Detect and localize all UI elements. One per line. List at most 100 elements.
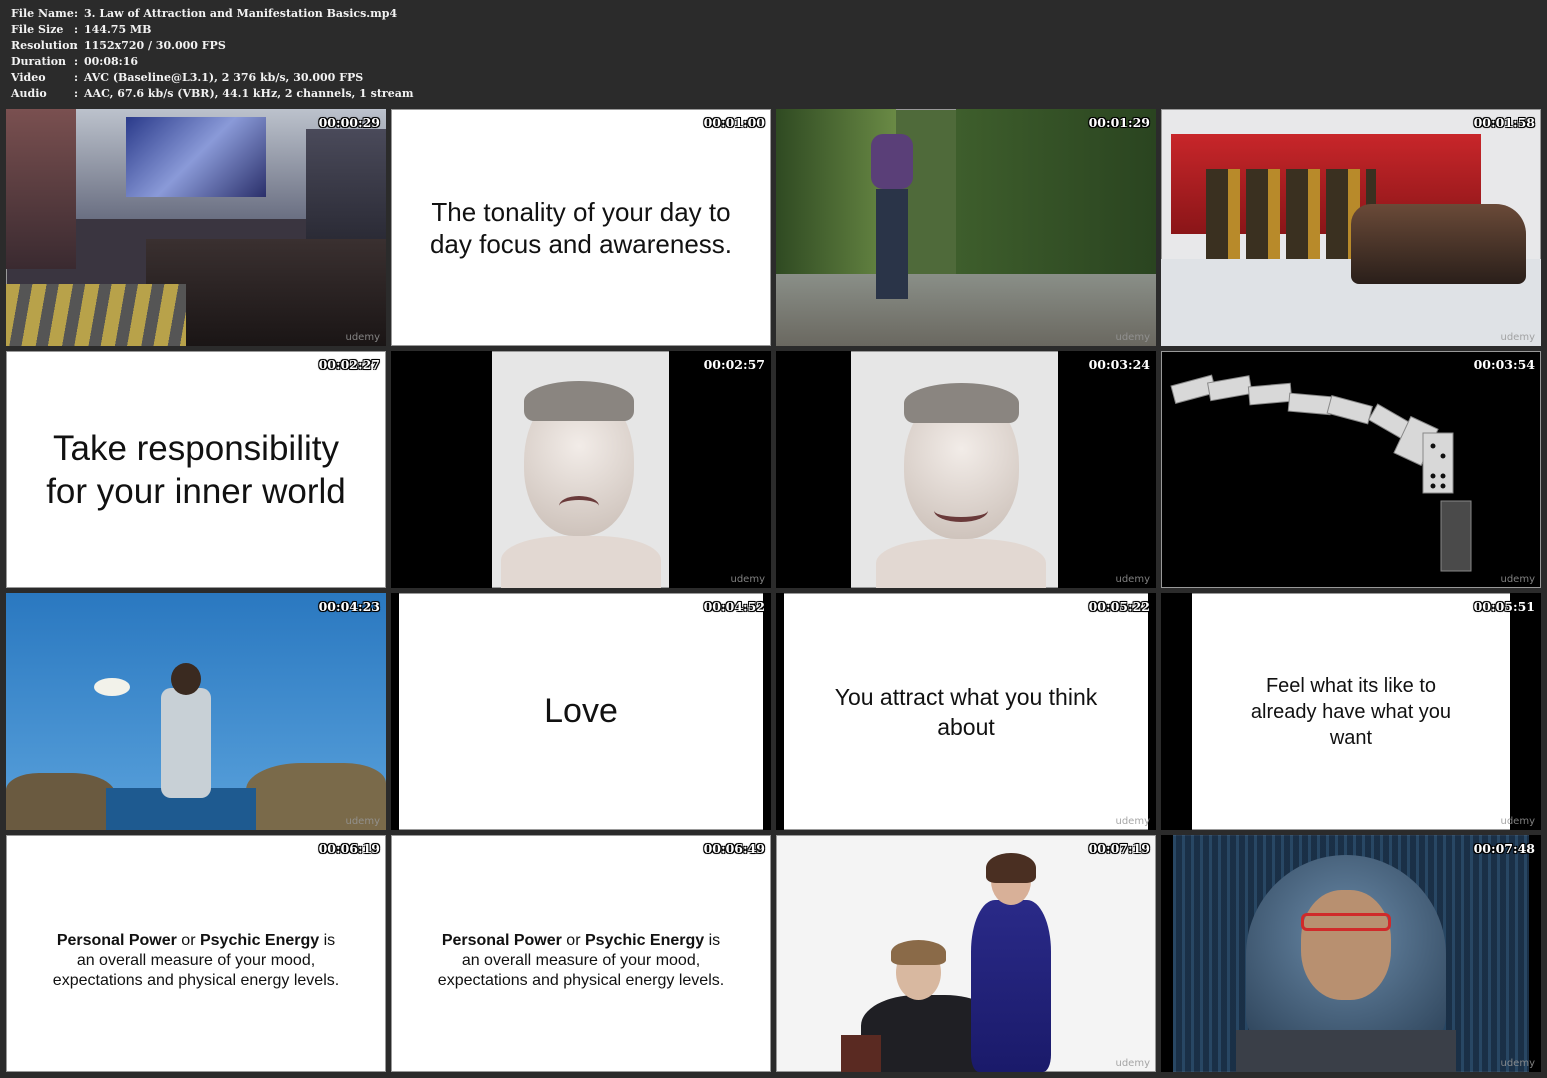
slide-line: already have what you bbox=[1250, 700, 1452, 723]
timestamp: 00:00:29 bbox=[318, 115, 380, 130]
udemy-watermark: udemy bbox=[1115, 816, 1151, 827]
info-row-audio: Audio : AAC, 67.6 kb/s (VBR), 44.1 kHz, … bbox=[11, 86, 414, 102]
thumbnail-slide-responsibility[interactable]: Take responsibility for your inner world… bbox=[6, 351, 386, 588]
rocks-left bbox=[6, 773, 116, 830]
pillarbox-left bbox=[391, 351, 492, 588]
connector: or bbox=[561, 931, 585, 949]
info-separator: : bbox=[74, 39, 79, 52]
slide-line: about bbox=[937, 713, 995, 740]
udemy-watermark: udemy bbox=[1115, 574, 1151, 585]
thumbnail-slide-personal-power[interactable]: Personal Power or Psychic Energy is an o… bbox=[6, 835, 386, 1072]
thumbnail-happy-face[interactable]: 00:03:24 udemy bbox=[776, 351, 1156, 588]
timestamp: 00:01:00 bbox=[703, 115, 765, 130]
thumbnail-city-street[interactable]: 00:00:29 udemy bbox=[6, 109, 386, 346]
building-left bbox=[6, 109, 76, 269]
info-key: File Name bbox=[11, 7, 74, 20]
thumbnail-woman-sea[interactable]: 00:04:23 udemy bbox=[6, 593, 386, 830]
bold-term: Psychic Energy bbox=[584, 931, 705, 949]
slide-text: Personal Power or Psychic Energy is an o… bbox=[6, 835, 386, 1072]
slide-text: Personal Power or Psychic Energy is an o… bbox=[391, 835, 771, 1072]
udemy-watermark: udemy bbox=[1500, 1058, 1536, 1069]
woman-dress bbox=[971, 900, 1051, 1072]
thumbnail-dominoes[interactable]: 00:03:54 udemy bbox=[1161, 351, 1541, 588]
woman-hair bbox=[986, 853, 1036, 883]
udemy-watermark: udemy bbox=[1500, 574, 1536, 585]
timestamp: 00:01:29 bbox=[1088, 115, 1150, 130]
udemy-watermark: udemy bbox=[1500, 332, 1536, 343]
bold-term: Personal Power bbox=[441, 931, 562, 949]
pillarbox-left bbox=[776, 351, 851, 588]
info-row-video: Video : AVC (Baseline@L3.1), 2 376 kb/s,… bbox=[11, 70, 414, 86]
thumbnail-hiker-canyon[interactable]: 00:01:29 udemy bbox=[776, 109, 1156, 346]
timestamp: 00:03:24 bbox=[1088, 357, 1150, 372]
red-glasses bbox=[1301, 913, 1391, 931]
slide-text: Feel what its like to already have what … bbox=[1161, 593, 1541, 830]
slide-line: The tonality of your day to bbox=[431, 196, 731, 227]
info-value: AAC, 67.6 kb/s (VBR), 44.1 kHz, 2 channe… bbox=[84, 87, 414, 100]
slide-line: Take responsibility bbox=[53, 428, 339, 468]
info-separator: : bbox=[74, 87, 79, 100]
smile-mouth bbox=[934, 499, 988, 522]
info-row-duration: Duration : 00:08:16 bbox=[11, 54, 414, 70]
thumbnail-slide-tonality[interactable]: The tonality of your day to day focus an… bbox=[391, 109, 771, 346]
thumbnail-firefighters[interactable]: 00:01:58 udemy bbox=[1161, 109, 1541, 346]
bold-term: Personal Power bbox=[56, 931, 177, 949]
thumbnail-grid: 00:00:29 udemy The tonality of your day … bbox=[6, 109, 1541, 1072]
info-key: Video bbox=[11, 71, 46, 84]
udemy-watermark: udemy bbox=[1115, 1058, 1151, 1069]
thumbnail-slide-attract[interactable]: You attract what you think about 00:05:2… bbox=[776, 593, 1156, 830]
info-value: 00:08:16 bbox=[84, 55, 139, 68]
thumbnail-slide-feel[interactable]: Feel what its like to already have what … bbox=[1161, 593, 1541, 830]
pillarbox-left bbox=[1161, 835, 1173, 1072]
building-sign bbox=[126, 117, 266, 197]
info-key: File Size bbox=[11, 23, 64, 36]
thumbnail-hacker[interactable]: 00:07:48 udemy bbox=[1161, 835, 1541, 1072]
pillarbox-right bbox=[763, 593, 771, 830]
info-row-file-size: File Size : 144.75 MB bbox=[11, 22, 414, 38]
thumbnail-sad-face[interactable]: 00:02:57 udemy bbox=[391, 351, 771, 588]
dominoes-illustration bbox=[1170, 374, 1472, 572]
info-separator: : bbox=[74, 23, 79, 36]
udemy-watermark: udemy bbox=[1115, 332, 1151, 343]
woman-body bbox=[161, 688, 211, 798]
man-shoulders bbox=[501, 536, 661, 588]
hiker-backpack bbox=[871, 134, 913, 189]
info-value: AVC (Baseline@L3.1), 2 376 kb/s, 30.000 … bbox=[84, 71, 364, 84]
connector: is bbox=[704, 931, 721, 949]
slide-text: The tonality of your day to day focus an… bbox=[391, 109, 771, 346]
timestamp: 00:04:52 bbox=[703, 599, 765, 614]
frown-mouth bbox=[559, 496, 599, 516]
thumbnail-slide-personal-power-2[interactable]: Personal Power or Psychic Energy is an o… bbox=[391, 835, 771, 1072]
udemy-watermark: udemy bbox=[1500, 816, 1536, 827]
connector: or bbox=[176, 931, 200, 949]
thumbnail-slide-love[interactable]: Love 00:04:52 bbox=[391, 593, 771, 830]
slide-line: expectations and physical energy levels. bbox=[52, 971, 340, 989]
slide-line: Feel what its like to bbox=[1265, 674, 1437, 697]
info-row-resolution: Resolution : 1152x720 / 30.000 FPS bbox=[11, 38, 414, 54]
media-info-panel: File Name : 3. Law of Attraction and Man… bbox=[11, 6, 414, 102]
pillarbox-left bbox=[391, 593, 399, 830]
info-key: Duration bbox=[11, 55, 67, 68]
slide-line: want bbox=[1329, 726, 1373, 749]
woman-head bbox=[171, 663, 201, 695]
man-hair bbox=[891, 940, 946, 965]
info-value: 3. Law of Attraction and Manifestation B… bbox=[84, 7, 398, 20]
timestamp: 00:07:48 bbox=[1473, 841, 1535, 856]
laptop bbox=[1236, 1030, 1456, 1072]
face bbox=[1301, 890, 1391, 1000]
udemy-watermark: udemy bbox=[730, 574, 766, 585]
chair bbox=[841, 1035, 881, 1072]
timestamp: 00:04:23 bbox=[318, 599, 380, 614]
bold-term: Psychic Energy bbox=[199, 931, 320, 949]
info-key: Audio bbox=[11, 87, 47, 100]
info-key: Resolution bbox=[11, 39, 78, 52]
man-hair bbox=[904, 383, 1019, 423]
timestamp: 00:03:54 bbox=[1473, 357, 1535, 372]
slide-line: for your inner world bbox=[46, 471, 346, 511]
slide-text: Take responsibility for your inner world bbox=[6, 351, 386, 588]
white-hat bbox=[94, 678, 130, 696]
thumbnail-couple[interactable]: 00:07:19 udemy bbox=[776, 835, 1156, 1072]
crosswalk bbox=[6, 284, 186, 346]
timestamp: 00:05:22 bbox=[1088, 599, 1150, 614]
pillarbox-left bbox=[1161, 593, 1192, 830]
